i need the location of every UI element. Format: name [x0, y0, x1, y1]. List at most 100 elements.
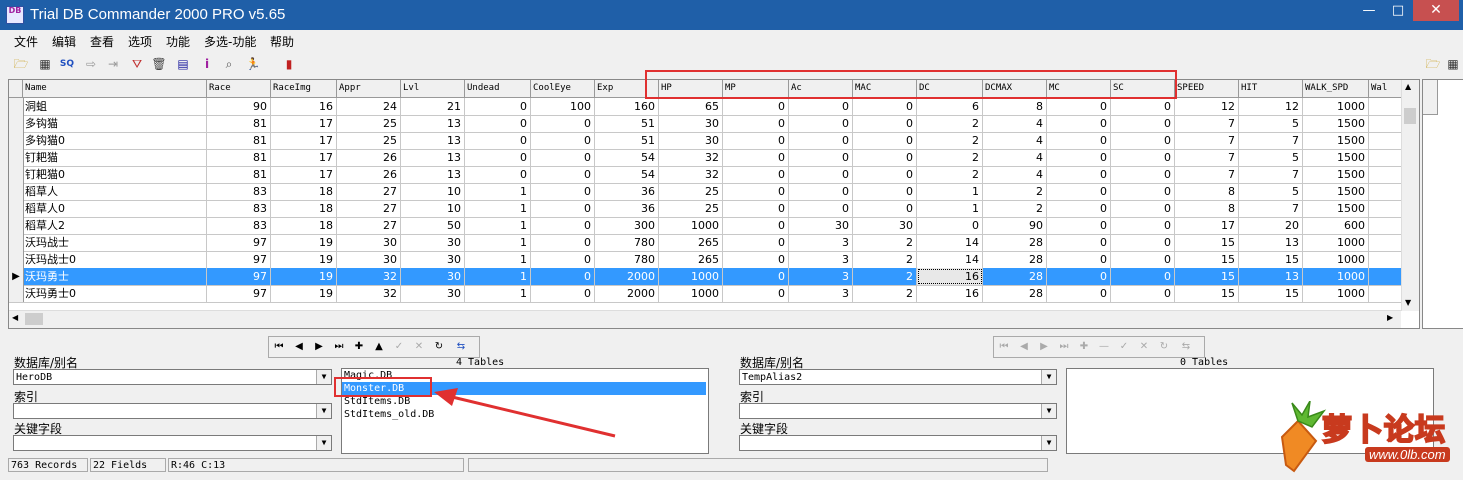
cancel-edit-icon-right[interactable]: ✕ [1136, 339, 1152, 355]
cell-raceimg[interactable]: 19 [271, 268, 337, 285]
cell-lvl[interactable]: 30 [401, 251, 465, 268]
cell-cooleye[interactable]: 100 [531, 98, 595, 115]
cell-raceimg[interactable]: 17 [271, 149, 337, 166]
cell-race[interactable]: 83 [207, 217, 271, 234]
cell-walk_spd[interactable]: 1000 [1303, 234, 1369, 251]
cell-raceimg[interactable]: 18 [271, 200, 337, 217]
cell-lvl[interactable]: 30 [401, 285, 465, 302]
cell-walk_spd[interactable]: 1000 [1303, 268, 1369, 285]
cell-dc[interactable]: 0 [917, 217, 983, 234]
table-grid-icon[interactable]: ▦ [36, 55, 54, 73]
cell-dcmax[interactable]: 28 [983, 251, 1047, 268]
cell-mp[interactable]: 0 [723, 98, 789, 115]
cell-mp[interactable]: 0 [723, 115, 789, 132]
sort-icon-right[interactable]: ⇆ [1178, 339, 1194, 355]
cell-hp[interactable]: 30 [659, 115, 723, 132]
cell-name[interactable]: 钉耙猫0 [23, 166, 207, 183]
cell-appr[interactable]: 25 [337, 132, 401, 149]
cell-speed[interactable]: 15 [1175, 251, 1239, 268]
cell-ac[interactable]: 0 [789, 200, 853, 217]
cell-name[interactable]: 沃玛战士0 [23, 251, 207, 268]
cell-mac[interactable]: 30 [853, 217, 917, 234]
cell-mc[interactable]: 0 [1047, 149, 1111, 166]
column-header-walk_spd[interactable]: WALK_SPD [1303, 80, 1369, 97]
cell-ac[interactable]: 30 [789, 217, 853, 234]
cell-undead[interactable]: 1 [465, 268, 531, 285]
row-indicator[interactable] [9, 217, 24, 234]
next-record-icon-right[interactable]: ▶ [1036, 339, 1052, 355]
cell-name[interactable]: 沃玛勇士 [23, 268, 207, 285]
cell-cooleye[interactable]: 0 [531, 132, 595, 149]
cell-hit[interactable]: 5 [1239, 149, 1303, 166]
delete-record-icon[interactable]: ▲ [371, 339, 387, 355]
cell-name[interactable]: 稻草人0 [23, 200, 207, 217]
scroll-right-icon[interactable]: ▶ [1387, 313, 1393, 322]
cell-ac[interactable]: 0 [789, 183, 853, 200]
cell-ac[interactable]: 0 [789, 98, 853, 115]
cell-hp[interactable]: 30 [659, 132, 723, 149]
right-db-combo[interactable]: TempAlias2 ▼ [739, 369, 1057, 385]
column-header-name[interactable]: Name [23, 80, 207, 97]
cell-ac[interactable]: 0 [789, 166, 853, 183]
cell-hit[interactable]: 7 [1239, 166, 1303, 183]
cell-raceimg[interactable]: 18 [271, 183, 337, 200]
table-row[interactable]: 洞蛆 90 16 24 21 0 100 160 65 0 0 0 6 8 0 0 12 12 1000 [9, 98, 1409, 116]
open-folder-icon[interactable]: 🗁 [12, 55, 30, 73]
row-indicator[interactable] [9, 115, 24, 132]
cell-exp[interactable]: 160 [595, 98, 659, 115]
cell-appr[interactable]: 26 [337, 166, 401, 183]
cell-speed[interactable]: 15 [1175, 268, 1239, 285]
cell-raceimg[interactable]: 17 [271, 132, 337, 149]
cell-race[interactable]: 83 [207, 200, 271, 217]
cell-cooleye[interactable]: 0 [531, 285, 595, 302]
row-indicator[interactable] [9, 166, 24, 183]
cell-mc[interactable]: 0 [1047, 183, 1111, 200]
table-row[interactable]: 稻草人2 83 18 27 50 1 0 300 1000 0 30 30 0 90 0 0 17 20 600 [9, 217, 1409, 235]
cell-race[interactable]: 81 [207, 149, 271, 166]
cell-mp[interactable]: 0 [723, 166, 789, 183]
cell-undead[interactable]: 1 [465, 183, 531, 200]
cell-dc[interactable]: 1 [917, 200, 983, 217]
cell-hit[interactable]: 12 [1239, 98, 1303, 115]
cell-exp[interactable]: 2000 [595, 268, 659, 285]
left-db-combo[interactable]: HeroDB ▼ [13, 369, 332, 385]
cell-appr[interactable]: 27 [337, 217, 401, 234]
cell-name[interactable]: 稻草人2 [23, 217, 207, 234]
cell-name[interactable]: 多钩猫0 [23, 132, 207, 149]
cell-exp[interactable]: 54 [595, 166, 659, 183]
cell-mc[interactable]: 0 [1047, 217, 1111, 234]
cell-mp[interactable]: 0 [723, 149, 789, 166]
table-grid-icon-right[interactable]: ▦ [1444, 55, 1462, 73]
cell-dc[interactable]: 1 [917, 183, 983, 200]
run-man-icon[interactable]: 🏃 [244, 55, 262, 73]
table-row[interactable]: 多钩猫 81 17 25 13 0 0 51 30 0 0 0 2 4 0 0 7 5 1500 [9, 115, 1409, 133]
cell-ac[interactable]: 3 [789, 251, 853, 268]
cell-dcmax[interactable]: 4 [983, 149, 1047, 166]
cell-lvl[interactable]: 13 [401, 132, 465, 149]
info-icon[interactable]: i [198, 55, 216, 73]
arrow-right-icon[interactable]: ⇨ [82, 55, 100, 73]
cell-cooleye[interactable]: 0 [531, 115, 595, 132]
cell-ac[interactable]: 3 [789, 234, 853, 251]
cell-walk_spd[interactable]: 600 [1303, 217, 1369, 234]
cell-name[interactable]: 多钩猫 [23, 115, 207, 132]
cell-ac[interactable]: 3 [789, 268, 853, 285]
cell-speed[interactable]: 12 [1175, 98, 1239, 115]
scroll-down-icon[interactable]: ▼ [1405, 298, 1411, 307]
cell-appr[interactable]: 32 [337, 268, 401, 285]
cell-ac[interactable]: 3 [789, 285, 853, 302]
cell-name[interactable]: 钉耙猫 [23, 149, 207, 166]
open-folder-icon-right[interactable]: 🗁 [1424, 55, 1442, 73]
chevron-down-icon[interactable]: ▼ [1041, 370, 1056, 384]
table-row[interactable]: 钉耙猫 81 17 26 13 0 0 54 32 0 0 0 2 4 0 0 7 5 1500 [9, 149, 1409, 167]
chevron-down-icon[interactable]: ▼ [316, 436, 331, 450]
cell-hp[interactable]: 65 [659, 98, 723, 115]
cell-ac[interactable]: 0 [789, 115, 853, 132]
right-index-combo[interactable]: ▼ [739, 403, 1057, 419]
cell-appr[interactable]: 27 [337, 183, 401, 200]
first-record-icon[interactable]: ⏮ [271, 339, 287, 355]
cell-exp[interactable]: 54 [595, 149, 659, 166]
cell-dcmax[interactable]: 28 [983, 285, 1047, 302]
cell-raceimg[interactable]: 19 [271, 285, 337, 302]
cell-dcmax[interactable]: 90 [983, 217, 1047, 234]
